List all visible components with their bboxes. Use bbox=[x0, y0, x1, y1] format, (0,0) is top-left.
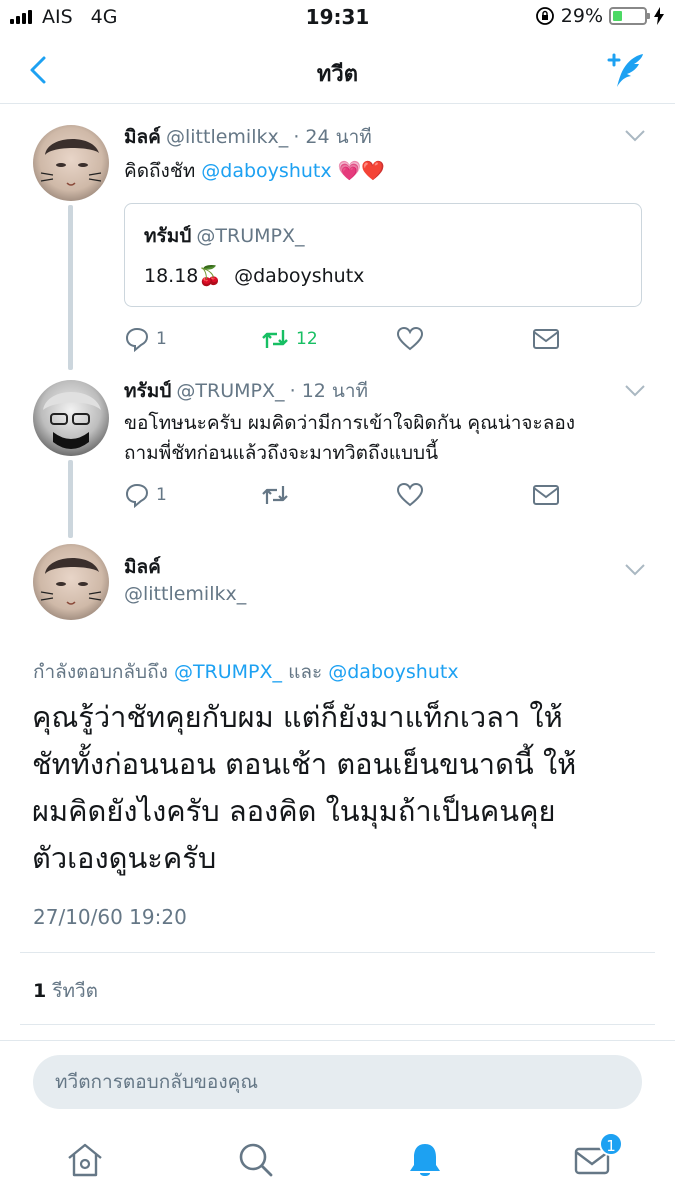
retweet-icon bbox=[262, 330, 288, 348]
mention-link[interactable]: @daboyshutx bbox=[201, 160, 331, 182]
heart-icon bbox=[396, 326, 424, 351]
page-title: ทวีต bbox=[316, 62, 359, 87]
emoji-text: 💗❤️ bbox=[337, 160, 385, 182]
tweet-text-body: คิดถึงชัท bbox=[124, 160, 196, 182]
replying-to-and: และ bbox=[288, 661, 323, 683]
tweet-body-line: ผมคิดยังไงครับ ลองคิด ในมุมถ้าเป็นคนคุย bbox=[32, 794, 556, 828]
retweet-stat-label: รีทวีต bbox=[52, 980, 99, 1002]
notifications-icon[interactable] bbox=[405, 1140, 445, 1180]
quote-text: 18.18🍒 bbox=[144, 265, 223, 287]
quote-mention: @daboyshutx bbox=[234, 265, 365, 287]
tweet-time: · 12 นาที bbox=[289, 380, 369, 402]
reply-bar: ทวีตการตอบกลับของคุณ bbox=[0, 1040, 675, 1130]
tweet-body-line: ตัวเองดูนะครับ bbox=[32, 841, 217, 875]
avatar[interactable] bbox=[33, 380, 109, 456]
compose-tweet-button[interactable] bbox=[603, 50, 647, 90]
replying-to-user-link[interactable]: @TRUMPX_ bbox=[174, 661, 282, 683]
nav-header: ทวีต bbox=[0, 36, 675, 104]
tweet-body: คุณรู้ว่าชัทคุยกับผม แต่ก็ยังมาแท็กเวลา … bbox=[32, 694, 652, 882]
display-name[interactable]: ทรัมป์ bbox=[124, 380, 171, 402]
tweet-body-line: คุณรู้ว่าชัทคุยกับผม แต่ก็ยังมาแท็กเวลา … bbox=[32, 700, 563, 734]
messages-badge: 1 bbox=[599, 1132, 623, 1156]
username[interactable]: @littlemilkx_ bbox=[124, 583, 246, 605]
charging-bolt-icon bbox=[654, 7, 664, 25]
chevron-down-icon[interactable] bbox=[624, 563, 646, 577]
username[interactable]: @TRUMPX_ bbox=[176, 380, 284, 402]
tweet-text-line: ถามพี่ชัทก่อนแล้วถึงจะมาทวิตถึงแบบนี้ bbox=[124, 442, 439, 464]
heart-icon bbox=[396, 482, 424, 507]
status-bar: AIS 4G 19:31 29% bbox=[0, 0, 675, 36]
chevron-down-icon[interactable] bbox=[624, 384, 646, 398]
reply-icon bbox=[125, 483, 149, 508]
reply-button[interactable]: 1 bbox=[124, 326, 167, 352]
divider bbox=[20, 1024, 655, 1025]
tab-bar: 1 bbox=[0, 1130, 675, 1200]
thread-line bbox=[68, 460, 73, 538]
reply-count: 1 bbox=[156, 485, 167, 505]
quoted-tweet[interactable]: ทรัมป์ @TRUMPX_ 18.18🍒 @daboyshutx bbox=[124, 203, 642, 307]
retweet-icon bbox=[262, 486, 288, 504]
battery-icon bbox=[609, 7, 650, 25]
like-button[interactable] bbox=[396, 482, 424, 508]
retweet-button[interactable] bbox=[260, 482, 290, 508]
envelope-icon bbox=[533, 485, 559, 505]
tweet-time: · 24 นาที bbox=[293, 126, 372, 148]
reply-button[interactable]: 1 bbox=[124, 482, 167, 508]
direct-message-button[interactable] bbox=[532, 326, 560, 352]
like-button[interactable] bbox=[396, 326, 424, 352]
username[interactable]: @littlemilkx_ bbox=[166, 126, 288, 148]
quote-username: @TRUMPX_ bbox=[196, 225, 305, 247]
avatar[interactable] bbox=[33, 125, 109, 201]
replying-to-label: กำลังตอบกลับถึง bbox=[33, 661, 168, 683]
tweet-text: ขอโทษนะครับ ผมคิดว่ามีการเข้าใจผิดกัน คุ… bbox=[124, 408, 644, 468]
envelope-icon bbox=[533, 329, 559, 349]
reply-input[interactable]: ทวีตการตอบกลับของคุณ bbox=[33, 1055, 642, 1109]
tweet-text-line: ขอโทษนะครับ ผมคิดว่ามีการเข้าใจผิดกัน คุ… bbox=[124, 412, 576, 434]
direct-message-button[interactable] bbox=[532, 482, 560, 508]
replying-to-user-link[interactable]: @daboyshutx bbox=[328, 661, 458, 683]
retweet-button[interactable]: 12 bbox=[260, 326, 318, 352]
tweet-timestamp: 27/10/60 19:20 bbox=[33, 905, 187, 929]
tweet-header: มิลค์ @littlemilkx_ · 24 นาที bbox=[124, 122, 372, 152]
orientation-lock-icon bbox=[535, 7, 554, 25]
replying-to: กำลังตอบกลับถึง @TRUMPX_ และ @daboyshutx bbox=[33, 657, 459, 687]
search-icon[interactable] bbox=[235, 1140, 275, 1180]
tweet-header: ทรัมป์ @TRUMPX_ · 12 นาที bbox=[124, 376, 368, 406]
retweet-stats[interactable]: 1 รีทวีต bbox=[33, 976, 98, 1006]
retweet-stat-count: 1 bbox=[33, 980, 47, 1002]
chevron-down-icon[interactable] bbox=[624, 129, 646, 143]
retweet-count: 12 bbox=[296, 329, 318, 349]
reply-count: 1 bbox=[156, 329, 167, 349]
tweet-text: คิดถึงชัท @daboyshutx 💗❤️ bbox=[124, 156, 385, 186]
home-icon[interactable] bbox=[65, 1140, 105, 1180]
battery-percent: 29% bbox=[560, 5, 603, 27]
quote-display-name: ทรัมป์ bbox=[144, 225, 192, 247]
reply-icon bbox=[125, 327, 149, 352]
display-name[interactable]: มิลค์ bbox=[124, 552, 161, 582]
divider bbox=[20, 952, 655, 953]
avatar[interactable] bbox=[33, 544, 109, 620]
display-name[interactable]: มิลค์ bbox=[124, 126, 161, 148]
thread-line bbox=[68, 205, 73, 370]
tweet-body-line: ชัททั้งก่อนนอน ตอนเช้า ตอนเย็นขนาดนี้ ให… bbox=[32, 747, 577, 781]
